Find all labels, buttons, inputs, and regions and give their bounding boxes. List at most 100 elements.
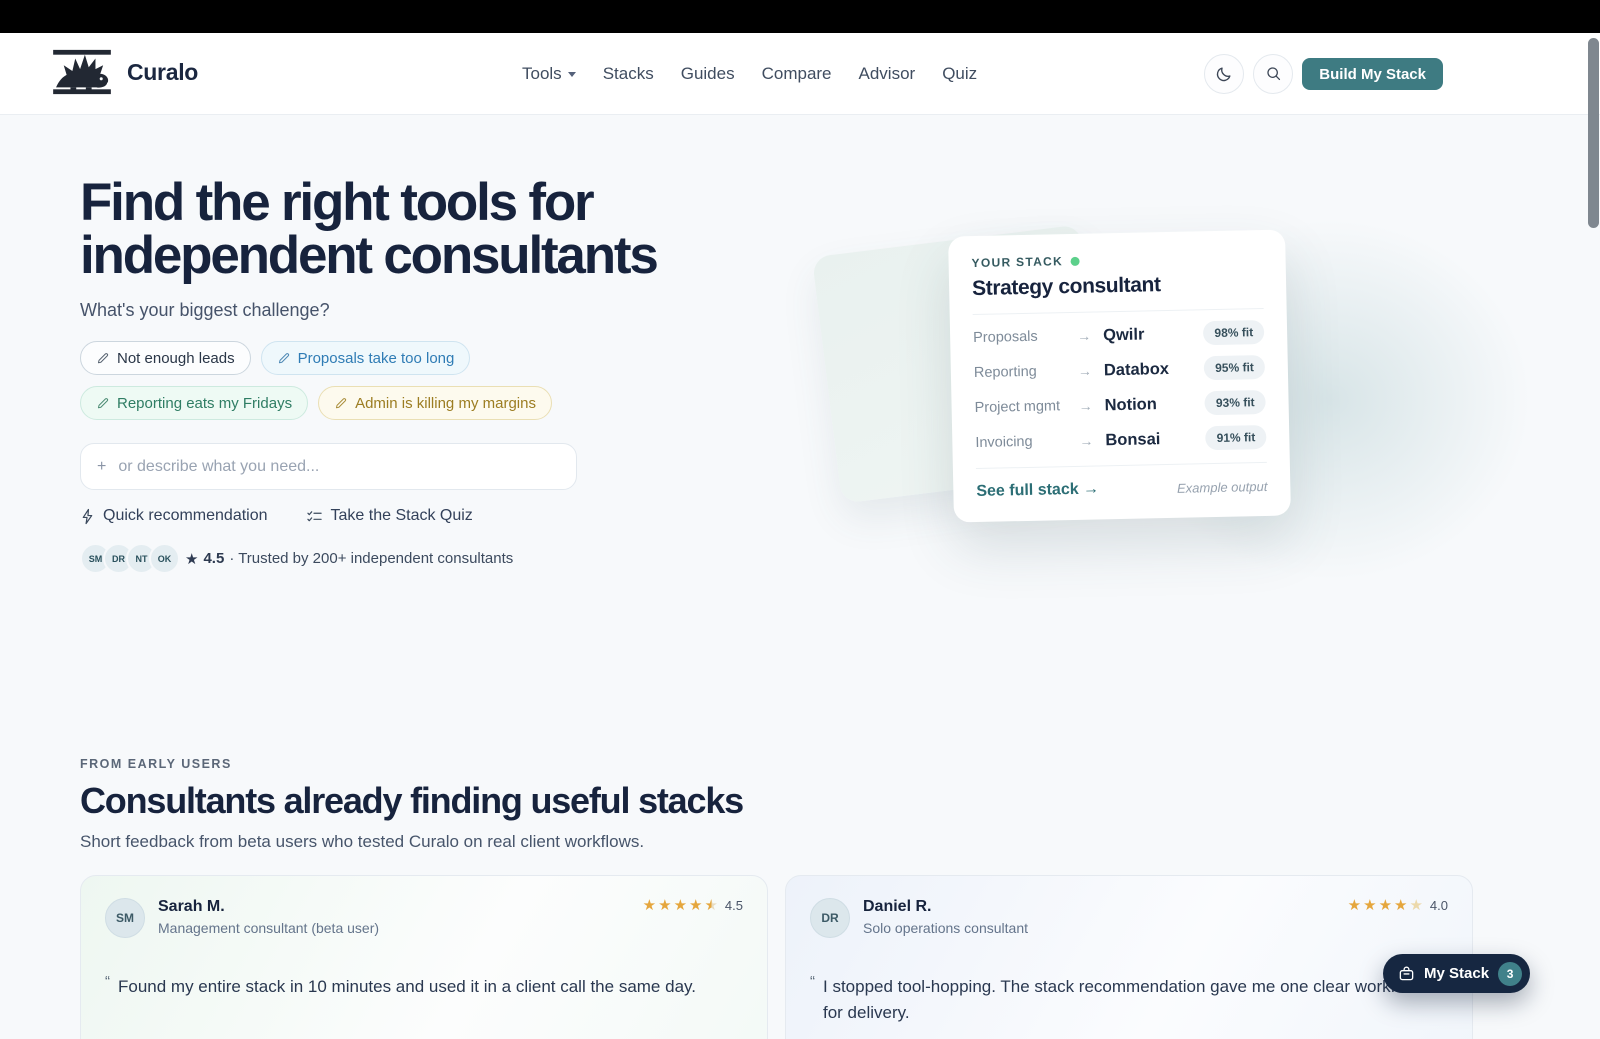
stack-row: Project mgmt → Notion 93% fit	[974, 390, 1265, 420]
stack-card-eyebrow: YOUR STACK	[971, 254, 1063, 270]
star-icon	[674, 898, 687, 913]
star-icon	[689, 898, 702, 913]
fit-badge: 95% fit	[1204, 355, 1265, 380]
testimonial-card: DR Daniel R. Solo operations consultant …	[785, 875, 1473, 1039]
stack-quiz-link[interactable]: Take the Stack Quiz	[306, 507, 473, 525]
reviewer-name: Daniel R.	[863, 898, 1028, 916]
stack-row: Proposals → Qwilr 98% fit	[973, 320, 1264, 350]
rating-value: 4.5	[725, 898, 743, 913]
see-full-stack-link[interactable]: See full stack →	[976, 480, 1099, 501]
my-stack-floating-button[interactable]: My Stack 3	[1383, 954, 1530, 993]
chip-admin-margins[interactable]: Admin is killing my margins	[318, 386, 552, 420]
arrow-right-icon: →	[1079, 433, 1093, 449]
star-icon	[1348, 898, 1361, 913]
star-icon	[1363, 898, 1376, 913]
testimonials-subtitle: Short feedback from beta users who teste…	[80, 832, 644, 852]
star-half-icon	[704, 898, 717, 913]
avatar: SM	[105, 898, 145, 938]
star-icon	[1379, 898, 1392, 913]
fit-badge: 93% fit	[1205, 390, 1266, 415]
stack-tool: Notion	[1104, 394, 1205, 415]
nav-item-compare[interactable]: Compare	[762, 64, 832, 84]
chevron-down-icon	[568, 72, 576, 77]
stack-tool: Bonsai	[1105, 429, 1206, 450]
dark-mode-toggle[interactable]	[1204, 54, 1244, 94]
star-rating: 4.0	[1348, 898, 1448, 913]
hero-subtitle: What's your biggest challenge?	[80, 300, 330, 321]
lightning-icon	[80, 508, 95, 525]
hero-quick-links: Quick recommendation Take the Stack Quiz	[80, 507, 473, 525]
stack-category: Reporting	[974, 363, 1078, 381]
search-icon	[1265, 65, 1282, 82]
nav-item-quiz[interactable]: Quiz	[942, 64, 977, 84]
star-empty-icon	[1409, 898, 1422, 913]
arrow-right-icon: →	[1078, 398, 1092, 414]
challenge-chips: Not enough leads Proposals take too long…	[80, 341, 620, 420]
bag-icon	[1398, 965, 1415, 982]
chip-reporting-fridays[interactable]: Reporting eats my Fridays	[80, 386, 308, 420]
avatar: OK	[149, 543, 180, 574]
testimonial-quote: I stopped tool-hopping. The stack recomm…	[823, 974, 1423, 1025]
my-stack-count-badge: 3	[1498, 962, 1522, 986]
scrollbar-thumb[interactable]	[1588, 38, 1599, 228]
testimonial-card: SM Sarah M. Management consultant (beta …	[80, 875, 768, 1039]
testimonial-quote: Found my entire stack in 10 minutes and …	[118, 974, 696, 1000]
reviewer-role: Solo operations consultant	[863, 920, 1028, 936]
arrow-right-icon: →	[1077, 328, 1091, 344]
avatar: DR	[810, 898, 850, 938]
your-stack-card: YOUR STACK Strategy consultant Proposals…	[948, 230, 1291, 523]
chip-proposals-too-long[interactable]: Proposals take too long	[261, 341, 471, 375]
stack-tool: Databox	[1104, 359, 1205, 380]
nav-item-advisor[interactable]: Advisor	[859, 64, 916, 84]
describe-need-input[interactable]	[116, 457, 560, 477]
brand-name: Curalo	[127, 59, 198, 86]
plus-icon: +	[97, 458, 106, 476]
star-rating: 4.5	[643, 898, 743, 913]
divider	[973, 308, 1264, 315]
nav-item-guides[interactable]: Guides	[681, 64, 735, 84]
hedgehog-logo-icon	[51, 47, 113, 97]
pencil-icon	[334, 397, 347, 410]
moon-icon	[1215, 65, 1233, 83]
reviewer-name: Sarah M.	[158, 898, 379, 916]
testimonials-eyebrow: FROM EARLY USERS	[80, 757, 232, 771]
pencil-icon	[96, 352, 109, 365]
chip-not-enough-leads[interactable]: Not enough leads	[80, 341, 251, 375]
hero-title: Find the right tools for independent con…	[80, 176, 657, 282]
my-stack-label: My Stack	[1424, 965, 1489, 982]
header-actions: Build My Stack	[1204, 33, 1443, 114]
quote-icon: “	[105, 974, 110, 1000]
stack-category: Invoicing	[975, 433, 1079, 451]
stack-row: Reporting → Databox 95% fit	[974, 355, 1265, 385]
testimonials-title: Consultants already finding useful stack…	[80, 780, 743, 822]
divider	[976, 462, 1267, 469]
stack-row: Invoicing → Bonsai 91% fit	[975, 425, 1266, 455]
quick-recommendation-link[interactable]: Quick recommendation	[80, 507, 268, 525]
example-output-note: Example output	[1177, 478, 1268, 495]
build-my-stack-button[interactable]: Build My Stack	[1302, 58, 1443, 90]
nav-item-stacks[interactable]: Stacks	[603, 64, 654, 84]
checklist-icon	[306, 509, 323, 524]
pencil-icon	[96, 397, 109, 410]
fit-badge: 98% fit	[1203, 320, 1264, 345]
star-icon: ★	[185, 550, 198, 568]
nav-item-tools[interactable]: Tools	[522, 64, 576, 84]
brand[interactable]: Curalo	[51, 47, 198, 97]
star-icon	[658, 898, 671, 913]
star-icon	[643, 898, 656, 913]
describe-need-field[interactable]: +	[80, 443, 577, 490]
trust-row: SM DR NT OK ★ 4.5 · Trusted by 200+ inde…	[80, 543, 513, 574]
fit-badge: 91% fit	[1205, 425, 1266, 450]
search-button[interactable]	[1253, 54, 1293, 94]
star-icon	[1394, 898, 1407, 913]
page: Curalo Tools Stacks Guides Compare Advis…	[0, 0, 1600, 1039]
quote-icon: “	[810, 974, 815, 1025]
main-nav: Tools Stacks Guides Compare Advisor Quiz	[522, 33, 977, 114]
testimonial-cards: SM Sarah M. Management consultant (beta …	[80, 875, 1473, 1039]
stack-tool: Qwilr	[1103, 324, 1204, 345]
stack-category: Project mgmt	[974, 398, 1078, 416]
stack-category: Proposals	[973, 328, 1077, 346]
arrow-right-icon: →	[1078, 363, 1092, 379]
top-black-bar	[0, 0, 1600, 33]
status-dot-icon	[1071, 256, 1080, 265]
